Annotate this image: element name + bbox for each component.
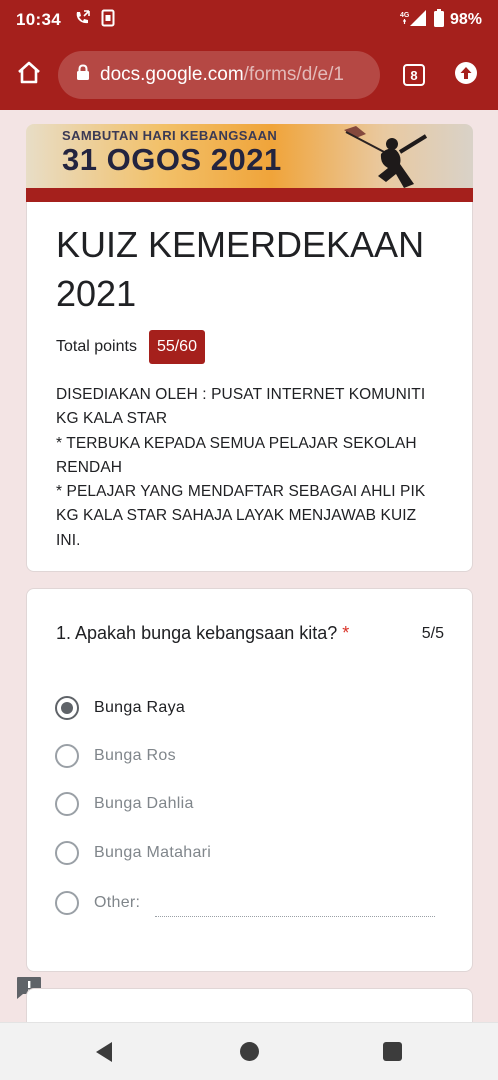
form-title: KUIZ KEMERDEKAAN 2021 [56, 224, 425, 314]
header-banner: SAMBUTAN HARI KEBANGSAAN 31 OGOS 2021 [26, 124, 473, 202]
svg-text:4G: 4G [400, 12, 410, 19]
browser-toolbar: docs.google.com/forms/d/e/1 8 [0, 40, 498, 110]
radio-icon[interactable] [55, 792, 79, 816]
option-other[interactable]: Other: [55, 889, 140, 917]
radio-selected-icon[interactable] [55, 696, 79, 720]
battery-icon [433, 8, 444, 32]
option-bunga-dahlia[interactable]: Bunga Dahlia [55, 790, 194, 818]
home-button[interactable] [0, 40, 58, 110]
home-icon [16, 60, 42, 91]
option-label: Bunga Raya [94, 699, 186, 716]
url-bar[interactable]: docs.google.com/forms/d/e/1 [58, 51, 380, 99]
status-bar: 10:34 4G 98% [0, 0, 498, 40]
call-forward-icon [73, 9, 91, 32]
total-points-row: Total points 55/60 [56, 330, 442, 364]
navigation-bar [0, 1022, 498, 1080]
upload-icon [454, 61, 478, 90]
signal-4g-icon: 4G [400, 9, 428, 32]
option-bunga-ros[interactable]: Bunga Ros [55, 742, 176, 770]
option-label: Bunga Dahlia [94, 795, 194, 812]
tabs-button[interactable]: 8 [384, 40, 444, 110]
total-points-badge: 55/60 [148, 330, 205, 364]
lock-icon [76, 64, 90, 86]
option-label: Other: [94, 894, 141, 911]
sim-icon [101, 9, 115, 32]
home-nav-icon[interactable] [240, 1042, 259, 1061]
total-points-label: Total points [56, 338, 137, 355]
status-time: 10:34 [16, 10, 61, 29]
form-header-card: KUIZ KEMERDEKAAN 2021 Total points 55/60… [26, 202, 473, 572]
option-bunga-raya[interactable]: Bunga Raya [55, 694, 185, 722]
banner-subtitle: SAMBUTAN HARI KEBANGSAAN [62, 128, 278, 143]
option-label: Bunga Matahari [94, 844, 212, 861]
url-domain: docs.google.com [100, 64, 244, 85]
question-label: 1. Apakah bunga kebangsaan kita? [56, 623, 338, 643]
back-icon[interactable] [94, 1041, 114, 1068]
question-text: 1. Apakah bunga kebangsaan kita? * [56, 623, 349, 644]
recent-apps-icon[interactable] [383, 1042, 402, 1061]
form-description: DISEDIAKAN OLEH : PUSAT INTERNET KOMUNIT… [56, 386, 426, 549]
question-score: 5/5 [421, 625, 444, 642]
radio-icon[interactable] [55, 841, 79, 865]
required-mark: * [342, 623, 350, 643]
question-card: 1. Apakah bunga kebangsaan kita? * 5/5 B… [26, 588, 473, 972]
banner-accent-band [26, 188, 473, 202]
option-label: Bunga Ros [94, 747, 176, 764]
tabs-icon: 8 [403, 64, 425, 86]
radio-icon[interactable] [55, 891, 79, 915]
other-text-field[interactable] [155, 916, 435, 917]
url-path: /forms/d/e/1 [243, 64, 344, 85]
banner-title: 31 OGOS 2021 [62, 142, 282, 177]
upload-button[interactable] [444, 40, 488, 110]
radio-icon[interactable] [55, 744, 79, 768]
battery-percent: 98% [449, 11, 482, 28]
option-bunga-matahari[interactable]: Bunga Matahari [55, 839, 211, 867]
